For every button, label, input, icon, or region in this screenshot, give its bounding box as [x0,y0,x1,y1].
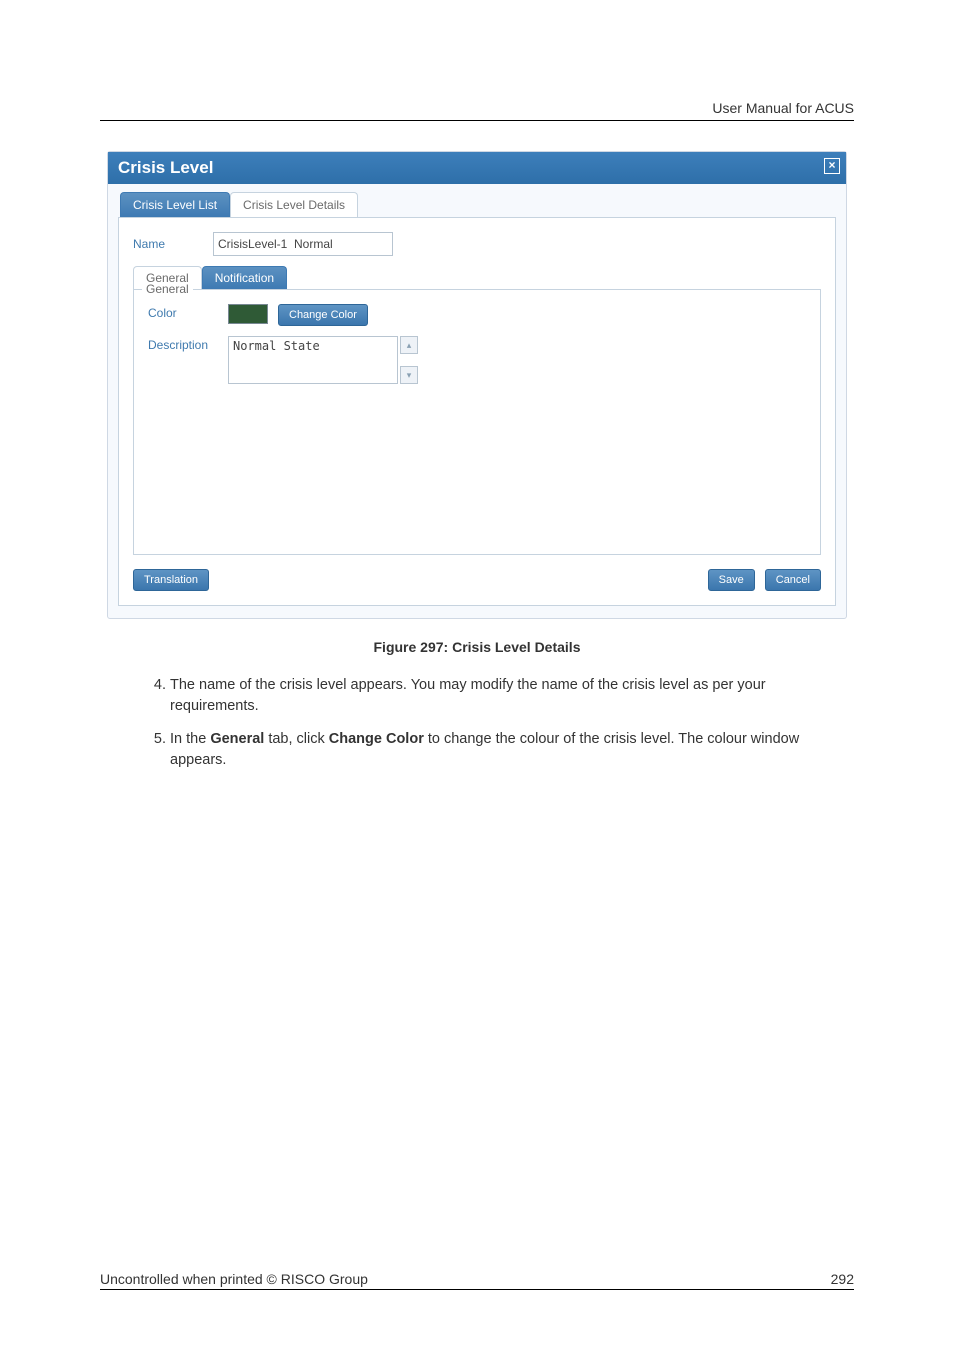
page-footer: Uncontrolled when printed © RISCO Group … [100,1271,854,1290]
page-header-right: User Manual for ACUS [100,100,854,121]
dialog-titlebar: Crisis Level [108,152,846,184]
tab-notification[interactable]: Notification [202,266,287,289]
chevron-up-icon[interactable]: ▴ [400,336,418,354]
close-icon[interactable] [824,158,840,174]
figure-caption: Figure 297: Crisis Level Details [100,639,854,655]
inner-tabs: General Notification [133,266,821,289]
translation-button[interactable]: Translation [133,569,209,591]
list-item-text-mid: tab, click [264,731,328,747]
name-row: Name [133,232,821,256]
general-fieldset: General Color Change Color Description ▴… [133,289,821,555]
tab-crisis-level-list[interactable]: Crisis Level List [120,192,230,217]
cancel-button[interactable]: Cancel [765,569,821,591]
color-label: Color [148,304,218,320]
footer-left: Uncontrolled when printed © RISCO Group [100,1271,368,1287]
outer-tabs: Crisis Level List Crisis Level Details [120,192,838,217]
list-item-text: The name of the crisis level appears. Yo… [170,677,766,714]
panel-body: Name General Notification General Color … [118,217,836,606]
chevron-down-icon[interactable]: ▾ [400,366,418,384]
description-input[interactable] [228,336,398,384]
name-label: Name [133,237,203,251]
list-item-bold2: Change Color [329,731,424,747]
dialog-title: Crisis Level [118,158,213,177]
footer-page-number: 292 [831,1271,854,1287]
footer-buttons: Save Cancel [708,569,821,591]
color-row: Color Change Color [148,304,806,326]
dialog-footer-row: Translation Save Cancel [133,569,821,591]
description-row: Description ▴ ▾ [148,336,806,384]
tab-crisis-level-details[interactable]: Crisis Level Details [230,192,358,217]
textarea-scroll: ▴ ▾ [400,336,418,384]
description-label: Description [148,336,218,352]
description-wrap: ▴ ▾ [228,336,418,384]
crisis-level-dialog: Crisis Level Crisis Level List Crisis Le… [107,151,847,619]
list-item-bold1: General [210,731,264,747]
color-swatch [228,304,268,324]
list-item-text-pre: In the [170,731,210,747]
save-button[interactable]: Save [708,569,755,591]
fieldset-legend: General [142,282,193,296]
instruction-list: The name of the crisis level appears. Yo… [170,675,804,771]
list-item: In the General tab, click Change Color t… [170,729,804,771]
list-item: The name of the crisis level appears. Yo… [170,675,804,717]
name-input[interactable] [213,232,393,256]
change-color-button[interactable]: Change Color [278,304,368,326]
